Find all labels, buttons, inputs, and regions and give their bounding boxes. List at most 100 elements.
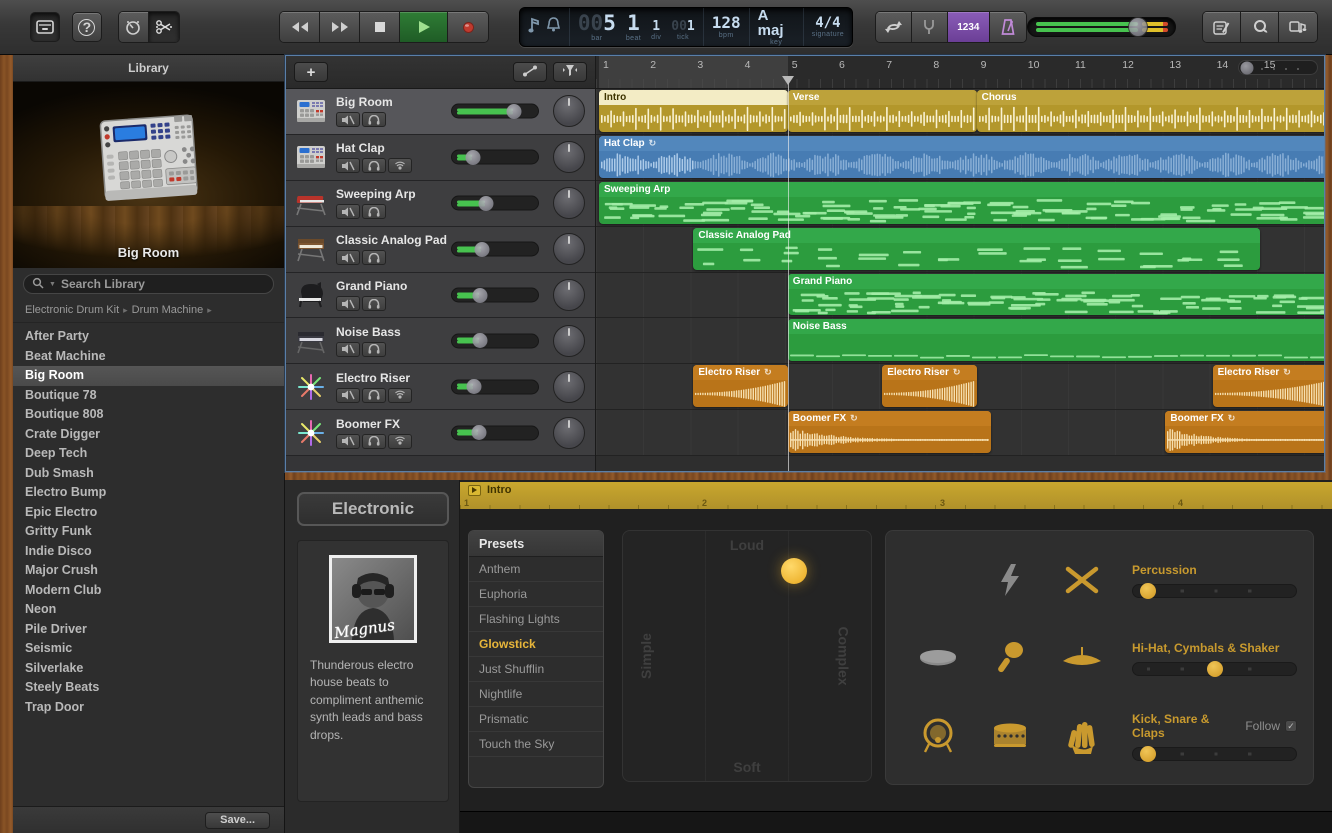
pan-knob[interactable]	[553, 416, 585, 449]
solo-button[interactable]	[362, 250, 386, 266]
record-button[interactable]	[448, 12, 488, 42]
search-dropdown-arrow-icon[interactable]: ▼	[49, 281, 56, 288]
library-item[interactable]: Dub Smash	[13, 464, 284, 484]
track-volume-knob[interactable]	[465, 149, 481, 165]
pan-knob[interactable]	[553, 95, 585, 128]
region-boomer-fx[interactable]: Boomer FX ↻	[787, 411, 991, 454]
drum-slider-knob[interactable]	[1139, 582, 1156, 599]
library-item[interactable]: Gritty Funk	[13, 522, 284, 542]
mute-button[interactable]	[336, 158, 360, 174]
track-volume-slider[interactable]	[451, 241, 539, 257]
metronome-button[interactable]	[989, 12, 1026, 42]
track-filter-button[interactable]	[553, 62, 587, 82]
library-item[interactable]: After Party	[13, 327, 284, 347]
solo-button[interactable]	[362, 204, 386, 220]
region-electro-riser[interactable]: Electro Riser ↻	[882, 365, 977, 408]
mute-button[interactable]	[336, 204, 360, 220]
track-volume-slider[interactable]	[451, 379, 539, 395]
drum-slider[interactable]	[1132, 582, 1297, 599]
track-header-row[interactable]: Electro Riser	[286, 364, 595, 411]
lcd-key[interactable]: A maj key	[750, 8, 804, 46]
count-in-button[interactable]: 1234	[947, 12, 990, 42]
timeline-zoom-knob[interactable]	[1240, 61, 1254, 74]
drum-slider-knob[interactable]	[1206, 660, 1223, 677]
editors-button[interactable]	[148, 12, 179, 42]
library-item[interactable]: Pile Driver	[13, 620, 284, 640]
library-item[interactable]: Electro Bump	[13, 483, 284, 503]
track-volume-knob[interactable]	[472, 287, 488, 303]
pan-knob[interactable]	[553, 370, 585, 403]
drum-slider-knob[interactable]	[1139, 745, 1156, 762]
region-electro-riser[interactable]: Electro Riser ↻	[693, 365, 788, 408]
preset-item[interactable]: Glowstick	[469, 632, 603, 657]
track-volume-knob[interactable]	[478, 195, 494, 211]
region-play-icon[interactable]	[468, 484, 481, 496]
track-header-row[interactable]: Big Room	[286, 89, 595, 135]
track-volume-slider[interactable]	[451, 103, 539, 119]
track-volume-slider[interactable]	[451, 195, 539, 211]
preset-item[interactable]: Prismatic	[469, 707, 603, 732]
lcd-mode-icons[interactable]	[520, 8, 570, 46]
breadcrumb-item[interactable]: Electronic Drum Kit	[25, 304, 119, 316]
mute-button[interactable]	[336, 112, 360, 128]
region-intro[interactable]: Intro	[599, 90, 788, 132]
library-item[interactable]: Crate Digger	[13, 425, 284, 445]
solo-button[interactable]	[362, 433, 386, 449]
kick-drum-icon[interactable]	[902, 718, 974, 754]
lcd-tempo[interactable]: 128 bpm	[704, 8, 750, 46]
track-lane[interactable]: Intro Verse Chorus	[596, 89, 1324, 135]
region-chorus[interactable]: Chorus	[976, 90, 1324, 132]
region-noise-bass[interactable]: Noise Bass	[787, 319, 1324, 362]
track-lane[interactable]: Boomer FX ↻ Boomer FX ↻	[596, 410, 1324, 457]
pan-knob[interactable]	[553, 279, 585, 311]
lcd-signature[interactable]: 4/4 signature	[804, 8, 852, 46]
library-item[interactable]: Neon	[13, 600, 284, 620]
track-header-row[interactable]: Boomer FX	[286, 410, 595, 457]
region-grand-piano[interactable]: Grand Piano	[787, 273, 1324, 316]
library-item[interactable]: Modern Club	[13, 581, 284, 601]
master-volume-slider[interactable]	[1026, 17, 1177, 37]
track-volume-slider[interactable]	[451, 333, 539, 349]
region-hat-clap[interactable]: Hat Clap ↻	[599, 135, 1324, 178]
clap-hand-icon[interactable]	[1046, 718, 1118, 754]
track-header-row[interactable]: Hat Clap	[286, 134, 595, 181]
cymbal-icon[interactable]	[1046, 645, 1118, 671]
track-header-row[interactable]: Noise Bass	[286, 318, 595, 365]
library-item[interactable]: Boutique 78	[13, 386, 284, 406]
track-volume-knob[interactable]	[472, 333, 488, 349]
library-item[interactable]: Boutique 808	[13, 405, 284, 425]
preset-item[interactable]: Anthem	[469, 557, 603, 582]
monitor-button[interactable]	[388, 387, 412, 403]
cycle-button[interactable]	[876, 12, 912, 42]
library-item[interactable]: Big Room	[13, 366, 284, 386]
library-item[interactable]: Trap Door	[13, 698, 284, 718]
track-header-row[interactable]: Classic Analog Pad	[286, 226, 595, 273]
solo-button[interactable]	[362, 341, 386, 357]
playhead[interactable]	[787, 76, 789, 471]
track-volume-slider[interactable]	[451, 287, 539, 303]
xy-pad[interactable]: Loud Soft Simple Complex	[622, 530, 872, 782]
preset-item[interactable]: Nightlife	[469, 682, 603, 707]
preset-item[interactable]: Touch the Sky	[469, 732, 603, 757]
notepad-button[interactable]	[1203, 12, 1242, 42]
lcd-position[interactable]: 005 bar 1 beat 1 div 001 tick	[570, 8, 704, 46]
breadcrumb-item[interactable]: Drum Machine	[132, 304, 204, 316]
solo-button[interactable]	[362, 112, 386, 128]
library-item[interactable]: Steely Beats	[13, 678, 284, 698]
help-button[interactable]: ?	[71, 12, 102, 42]
smart-controls-button[interactable]	[118, 12, 149, 42]
follow-checkbox[interactable]: ✓	[1285, 719, 1297, 732]
forward-button[interactable]	[320, 12, 361, 42]
library-search-input[interactable]: ▼ Search Library	[23, 274, 274, 294]
library-item[interactable]: Beat Machine	[13, 347, 284, 367]
play-button[interactable]	[400, 12, 449, 42]
solo-button[interactable]	[362, 387, 386, 403]
mute-button[interactable]	[336, 296, 360, 311]
snare-drum-icon[interactable]	[974, 721, 1046, 751]
save-button[interactable]: Save...	[205, 811, 270, 829]
track-lane[interactable]: Grand Piano	[596, 272, 1324, 319]
track-volume-knob[interactable]	[506, 103, 521, 119]
rewind-button[interactable]	[280, 12, 321, 42]
stop-button[interactable]	[360, 12, 401, 42]
region-electro-riser[interactable]: Electro Riser ↻	[1212, 365, 1324, 408]
